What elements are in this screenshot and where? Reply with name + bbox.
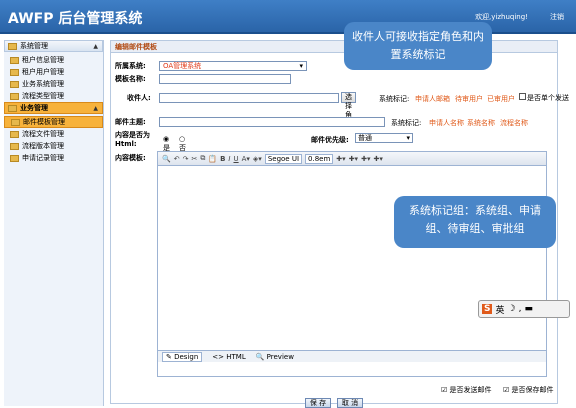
save-button[interactable]: 保 存 (305, 398, 331, 408)
folder-icon (10, 130, 19, 138)
sidebar-item-tenant-info[interactable]: 租户信息管理 (4, 54, 103, 66)
app-title: AWFP 后台管理系统 (8, 11, 143, 27)
tag-approved-user[interactable]: 已审用户 (487, 94, 515, 104)
moon-icon: ☽ (507, 304, 516, 314)
system-select[interactable]: OA管理系统 ▾ (159, 61, 307, 71)
dropdown-arrow-icon: ▾ (406, 134, 410, 142)
subject-input[interactable] (159, 117, 385, 127)
table-icon[interactable]: ✚▾ (349, 155, 358, 163)
keyboard-icon: ▬ (524, 304, 533, 314)
insert-icon[interactable]: ✚▾ (336, 155, 345, 163)
cut-icon[interactable]: ✂ (191, 155, 197, 163)
rich-text-editor[interactable]: 🔍 ↶ ↷ ✂ ⧉ 📋 B I U A▾ ◈▾ Segoe UI 0.8em ✚… (157, 151, 547, 377)
folder-icon (11, 118, 20, 126)
send-mail-check[interactable]: ☑ 是否发送邮件 (441, 385, 492, 395)
save-mail-check[interactable]: ☑ 是否保存邮件 (503, 385, 554, 395)
sidebar-group-business[interactable]: 业务管理 ▲ (4, 102, 103, 114)
redo-icon[interactable]: ↷ (183, 155, 189, 163)
recipient-input[interactable] (159, 93, 339, 103)
editor-toolbar: 🔍 ↶ ↷ ✂ ⧉ 📋 B I U A▾ ◈▾ Segoe UI 0.8em ✚… (158, 152, 546, 166)
underline-icon[interactable]: U (233, 155, 238, 163)
folder-icon (10, 68, 19, 76)
tag-pending-user[interactable]: 待审用户 (455, 94, 483, 104)
logout-link[interactable]: 注销 (550, 12, 564, 22)
sidebar-item-process-version[interactable]: 流程版本管理 (4, 140, 103, 152)
undo-icon[interactable]: ↶ (174, 155, 180, 163)
sidebar-item-business-system[interactable]: 业务系统管理 (4, 78, 103, 90)
sidebar: 系统管理 ▲ 租户信息管理 租户用户管理 业务系统管理 流程类型管理 业务管理 … (4, 40, 104, 406)
welcome-text: 欢迎,yizhuqing! (475, 13, 528, 21)
folder-icon (10, 80, 19, 88)
recipient-callout: 收件人可接收指定角色和内置系统标记 (344, 22, 492, 70)
bold-icon[interactable]: B (220, 155, 225, 163)
tag-applicant-mail[interactable]: 申请人邮箱 (415, 94, 450, 104)
copy-icon[interactable]: ⧉ (200, 154, 205, 163)
editor-tabs: ✎ Design <> HTML 🔍 Preview (158, 350, 546, 362)
sogou-logo-icon: S (482, 304, 493, 314)
font-select[interactable]: Segoe UI (264, 153, 303, 164)
paste-icon[interactable]: 📋 (208, 155, 217, 163)
groups-callout: 系统标记组：系统组、申请组、待审组、审批组 (394, 196, 556, 248)
sidebar-group-system[interactable]: 系统管理 ▲ (4, 40, 103, 52)
tag-system-name[interactable]: 系统名称 (467, 118, 495, 128)
highlight-icon[interactable]: ◈▾ (253, 155, 262, 163)
folder-icon (8, 42, 17, 50)
folder-icon (8, 104, 17, 112)
collapse-arrow-icon[interactable]: ▲ (93, 43, 98, 50)
find-icon[interactable]: 🔍 (162, 155, 171, 163)
italic-icon[interactable]: I (228, 155, 230, 163)
priority-select[interactable]: 普通 ▾ (355, 133, 413, 143)
folder-icon (10, 142, 19, 150)
sidebar-item-application-record[interactable]: 申请记录管理 (4, 152, 103, 164)
sidebar-item-process-file[interactable]: 流程文件管理 (4, 128, 103, 140)
tab-preview[interactable]: 🔍 Preview (256, 353, 294, 361)
tab-html[interactable]: <> HTML (212, 353, 245, 361)
ime-toolbar[interactable]: S 英 ☽ , ▬ (478, 300, 570, 318)
folder-icon (10, 154, 19, 162)
sidebar-item-mail-template[interactable]: 邮件模板管理 (4, 116, 103, 128)
select-role-button[interactable]: 选择角色 (341, 92, 356, 128)
dropdown-arrow-icon: ▾ (299, 62, 303, 70)
collapse-arrow-icon[interactable]: ▲ (93, 105, 98, 112)
folder-icon (10, 92, 19, 100)
punct-icon: , (518, 304, 522, 314)
font-color-icon[interactable]: A▾ (242, 155, 250, 163)
row-icon[interactable]: ✚▾ (361, 155, 370, 163)
col-icon[interactable]: ✚▾ (373, 155, 382, 163)
sidebar-item-process-type[interactable]: 流程类型管理 (4, 90, 103, 102)
tag-applicant-name[interactable]: 申请人名称 (429, 118, 464, 128)
cancel-button[interactable]: 取 消 (337, 398, 363, 408)
single-send-checkbox[interactable] (519, 93, 526, 100)
tab-design[interactable]: ✎ Design (162, 351, 203, 362)
template-name-input[interactable] (159, 74, 291, 84)
size-select[interactable]: 0.8em (305, 153, 334, 164)
sidebar-item-tenant-users[interactable]: 租户用户管理 (4, 66, 103, 78)
folder-icon (10, 56, 19, 64)
tag-process-name[interactable]: 流程名称 (500, 118, 528, 128)
